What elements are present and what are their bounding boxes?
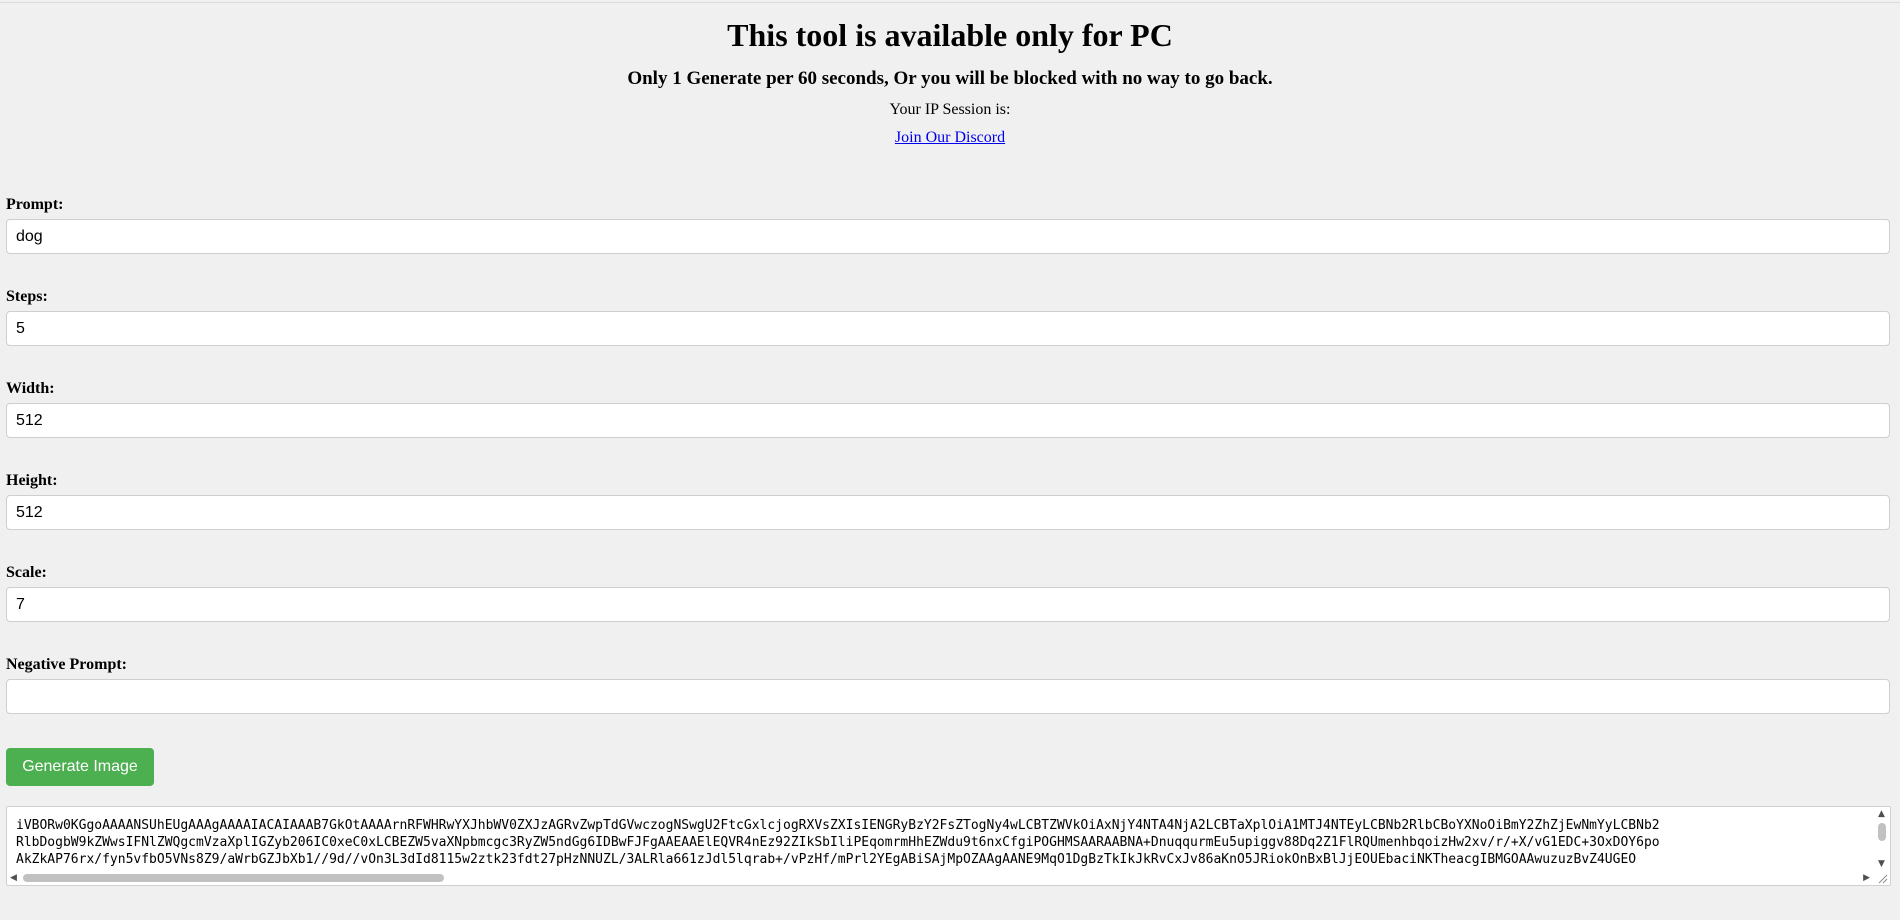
width-label: Width: <box>6 380 55 397</box>
output-line-3: AkZkAP76rx/fyn5vfbO5VNs8Z9/aWrbGZJbXb1//… <box>16 852 1637 867</box>
horizontal-scroll-thumb[interactable] <box>23 874 444 882</box>
generate-image-button[interactable]: Generate Image <box>6 748 154 786</box>
vertical-scroll-thumb[interactable] <box>1878 823 1886 841</box>
prompt-input[interactable] <box>6 219 1890 254</box>
negative-prompt-input[interactable] <box>6 679 1890 714</box>
height-label: Height: <box>6 472 58 489</box>
horizontal-scrollbar[interactable]: ◀ ▶ <box>7 871 1873 885</box>
negative-prompt-label: Negative Prompt: <box>6 656 127 673</box>
scroll-left-icon[interactable]: ◀ <box>10 873 17 883</box>
base64-output-textarea[interactable]: iVBORw0KGgoAAAANSUhEUgAAAgAAAAIACAIAAAB7… <box>6 806 1891 886</box>
base64-output-text: iVBORw0KGgoAAAANSUhEUgAAAgAAAAIACAIAAAB7… <box>16 817 1660 868</box>
page-title: This tool is available only for PC <box>727 17 1173 53</box>
output-line-1: iVBORw0KGgoAAAANSUhEUgAAAgAAAAIACAIAAAB7… <box>16 818 1660 833</box>
output-line-2: RlbDogbW9kZWwsIFNlZWQgcmVzaXplIGZyb206IC… <box>16 835 1660 850</box>
scroll-right-icon[interactable]: ▶ <box>1863 873 1870 883</box>
scale-label: Scale: <box>6 564 47 581</box>
scroll-up-icon[interactable]: ▲ <box>1878 809 1885 819</box>
prompt-label: Prompt: <box>6 196 64 213</box>
steps-label: Steps: <box>6 288 48 305</box>
vertical-scrollbar[interactable]: ▲ ▼ <box>1874 807 1890 873</box>
width-input[interactable] <box>6 403 1890 438</box>
scroll-down-icon[interactable]: ▼ <box>1878 859 1885 869</box>
top-border <box>0 2 1900 3</box>
steps-input[interactable] <box>6 311 1890 346</box>
scale-input[interactable] <box>6 587 1890 622</box>
ip-session-text: Your IP Session is: <box>889 101 1011 118</box>
rate-limit-warning: Only 1 Generate per 60 seconds, Or you w… <box>627 68 1273 89</box>
height-input[interactable] <box>6 495 1890 530</box>
resize-grip-icon[interactable] <box>1874 871 1890 885</box>
discord-link[interactable]: Join Our Discord <box>895 129 1005 146</box>
